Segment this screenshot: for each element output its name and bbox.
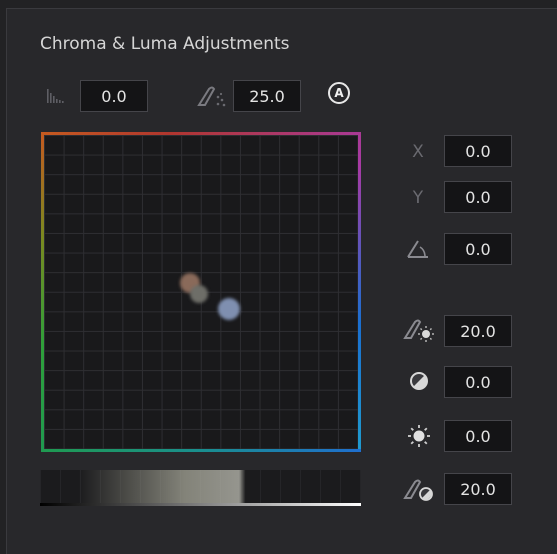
luma-gain-icon — [402, 474, 436, 504]
softness-value-field[interactable]: 25.0 — [233, 80, 301, 112]
brightness-icon — [405, 422, 433, 450]
chroma-gain-value-field[interactable]: 20.0 — [444, 315, 512, 347]
contrast-icon — [407, 369, 431, 393]
luma-histogram-bar — [40, 470, 361, 506]
luma-gain-value-field[interactable]: 20.0 — [444, 473, 512, 505]
x-value-field[interactable]: 0.0 — [444, 135, 512, 167]
histogram-icon — [45, 84, 69, 108]
color-blob-gray — [190, 285, 208, 303]
auto-button[interactable]: A — [328, 82, 350, 104]
color-blob-blue — [218, 298, 240, 320]
y-label: Y — [412, 188, 424, 208]
y-value-field[interactable]: 0.0 — [444, 181, 512, 213]
softness-brush-icon — [196, 82, 230, 110]
auto-badge-label: A — [334, 86, 344, 100]
scope-edge-bottom — [41, 449, 361, 452]
chroma-scope[interactable] — [41, 132, 361, 452]
contrast-value-field[interactable]: 0.0 — [444, 366, 512, 398]
chroma-gain-icon — [402, 314, 436, 344]
brightness-value-field[interactable]: 0.0 — [444, 420, 512, 452]
histogram-value-field[interactable]: 0.0 — [80, 80, 148, 112]
angle-value-field[interactable]: 0.0 — [444, 233, 512, 265]
angle-icon — [405, 236, 431, 262]
scope-edge-left — [41, 132, 44, 452]
panel-title: Chroma & Luma Adjustments — [40, 34, 290, 54]
x-label: X — [412, 142, 424, 162]
luma-ramp — [40, 503, 361, 506]
